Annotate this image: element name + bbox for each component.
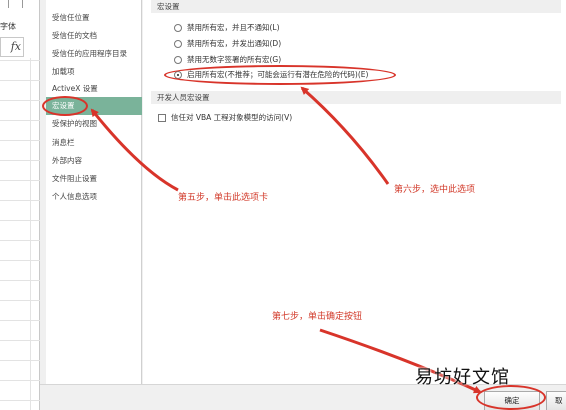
highlight-macro-settings (42, 96, 88, 116)
option-disable-with-notify[interactable]: 禁用所有宏，并发出通知(D) (187, 38, 281, 50)
grid-line (0, 180, 40, 181)
annotation-step6: 第六步，选中此选项 (394, 185, 476, 195)
grid-column-line (30, 58, 31, 410)
grid-line (0, 260, 40, 261)
trust-center-dialog: 受信任位置 受信任的文档 受信任的应用程序目录 加载项 ActiveX 设置 宏… (40, 0, 566, 410)
grid-line (0, 100, 40, 101)
sidebar-item-protected-view[interactable]: 受保护的视图 (46, 115, 142, 133)
radio-disable-with-notify[interactable] (174, 40, 182, 48)
sidebar-item-trusted-documents[interactable]: 受信任的文档 (46, 27, 142, 45)
grid-line (0, 220, 40, 221)
grid-line (0, 60, 40, 61)
sidebar-item-privacy-options[interactable]: 个人信息选项 (46, 188, 142, 206)
sidebar-item-add-ins[interactable]: 加载项 (46, 63, 142, 81)
grid-line (0, 320, 40, 321)
function-icon[interactable]: fx (0, 37, 24, 57)
grid-line (0, 160, 40, 161)
macro-section-title: 宏设置 (151, 0, 561, 13)
grid-line (0, 340, 40, 341)
option-disable-no-notify[interactable]: 禁用所有宏，并且不通知(L) (187, 22, 280, 34)
sidebar-item-external-content[interactable]: 外部内容 (46, 152, 142, 170)
radio-disable-no-notify[interactable] (174, 24, 182, 32)
grid-line (0, 300, 40, 301)
site-watermark: 易坊好文馆 (415, 367, 510, 388)
ribbon-divider (22, 0, 23, 8)
cancel-button[interactable]: 取 (546, 391, 566, 410)
grid-line (0, 80, 40, 81)
grid-line (0, 400, 40, 401)
annotation-step5: 第五步，单击此选项卡 (178, 193, 269, 203)
radio-disable-unsigned[interactable] (174, 56, 182, 64)
grid-line (0, 360, 40, 361)
excel-background: 字体 fx (0, 0, 40, 410)
sidebar-item-trusted-locations[interactable]: 受信任位置 (46, 9, 142, 27)
ribbon-divider (8, 0, 9, 8)
trust-center-sidebar: 受信任位置 受信任的文档 受信任的应用程序目录 加载项 ActiveX 设置 宏… (46, 0, 142, 384)
grid-line (0, 200, 40, 201)
grid-line (0, 240, 40, 241)
grid-line (0, 120, 40, 121)
trust-vba-checkbox[interactable] (158, 114, 166, 122)
developer-section-title: 开发人员宏设置 (151, 91, 561, 104)
grid-line (0, 140, 40, 141)
sidebar-item-trusted-app-catalogs[interactable]: 受信任的应用程序目录 (46, 45, 142, 63)
font-group-label: 字体 (0, 22, 16, 31)
grid-line (0, 280, 40, 281)
sidebar-item-message-bar[interactable]: 消息栏 (46, 134, 142, 152)
grid-line (0, 380, 40, 381)
trust-vba-label[interactable]: 信任对 VBA 工程对象模型的访问(V) (171, 112, 292, 124)
highlight-enable-all-option (164, 65, 396, 85)
sidebar-item-file-block[interactable]: 文件阻止设置 (46, 170, 142, 188)
annotation-step7: 第七步，单击确定按钮 (272, 312, 363, 322)
